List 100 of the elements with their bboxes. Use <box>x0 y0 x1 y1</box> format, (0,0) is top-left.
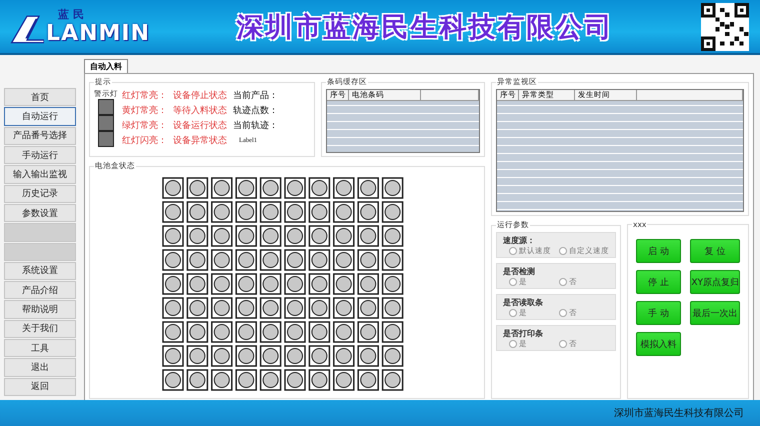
battery-slot-icon <box>382 249 404 271</box>
info-label: 轨迹点数： <box>233 104 278 118</box>
radio-icon[interactable] <box>509 309 517 317</box>
battery-slot-icon <box>260 345 282 367</box>
radio-icon[interactable] <box>559 309 567 317</box>
company-title: 深圳市蓝海民生科技有限公司 <box>235 10 614 44</box>
light-meaning: 红灯闪亮： <box>122 134 167 147</box>
sidebar-item[interactable]: 返回 <box>4 378 76 396</box>
battery-slot-icon <box>186 177 208 199</box>
battery-slot-icon <box>211 249 233 271</box>
light-meaning: 等待入料状态 <box>173 104 227 118</box>
radio-icon[interactable] <box>559 340 567 348</box>
battery-slot-icon <box>308 345 330 367</box>
logo-text: 蓝 民 <box>57 7 84 22</box>
light-meaning: 绿灯常亮： <box>122 120 167 132</box>
light-meaning: 黄灯常亮： <box>122 104 167 118</box>
action-button[interactable]: 模拟入料 <box>636 332 682 356</box>
battery-slot-icon <box>162 249 184 271</box>
param-title: 速度源： <box>503 235 536 246</box>
battery-slot-icon <box>382 225 404 247</box>
sidebar-item[interactable]: 手动运行 <box>4 146 76 164</box>
battery-slot-icon <box>162 177 184 199</box>
battery-slot-icon <box>357 177 379 199</box>
action-button[interactable]: 复 位 <box>690 239 740 263</box>
battery-slot-icon <box>186 321 208 343</box>
action-button[interactable]: XY原点复归 <box>690 270 740 294</box>
battery-slot-icon <box>211 297 233 319</box>
radio-icon[interactable] <box>559 278 567 286</box>
battery-slot-icon <box>284 345 306 367</box>
battery-slot-icon <box>235 249 257 271</box>
battery-slot-icon <box>284 273 306 295</box>
battery-slot-icon <box>211 225 233 247</box>
battery-slot-icon <box>333 249 355 271</box>
battery-slot-icon <box>260 297 282 319</box>
sidebar-item[interactable]: 产品番号选择 <box>4 126 76 145</box>
battery-slot-icon <box>235 225 257 247</box>
battery-slot-icon <box>162 321 184 343</box>
radio-icon[interactable] <box>559 247 567 255</box>
action-button[interactable]: 启 动 <box>636 239 682 263</box>
battery-slot-icon <box>162 225 184 247</box>
battery-slot-icon <box>333 321 355 343</box>
battery-slot-icon <box>308 177 330 199</box>
battery-slot-icon <box>284 177 306 199</box>
battery-slot-icon <box>308 249 330 271</box>
battery-slot-icon <box>284 249 306 271</box>
sidebar-item[interactable]: 参数设置 <box>4 204 76 222</box>
battery-slot-icon <box>284 225 306 247</box>
light-meaning: 设备异常状态 <box>173 134 227 147</box>
battery-slot-icon <box>211 201 233 223</box>
sidebar-item[interactable]: 工具 <box>4 339 76 358</box>
battery-slot-icon <box>382 297 404 319</box>
sidebar-item[interactable]: 关于我们 <box>4 320 76 338</box>
battery-slot-icon <box>235 297 257 319</box>
action-button[interactable]: 停 止 <box>636 270 682 294</box>
battery-slot-icon <box>382 345 404 367</box>
battery-slot-icon <box>357 225 379 247</box>
tab[interactable]: 自动入料 <box>84 59 128 73</box>
battery-slot-icon <box>333 345 355 367</box>
battery-slot-icon <box>308 201 330 223</box>
battery-slot-icon <box>235 345 257 367</box>
battery-slot-icon <box>162 345 184 367</box>
battery-slot-icon <box>186 297 208 319</box>
battery-slot-icon <box>162 273 184 295</box>
battery-slot-icon <box>308 297 330 319</box>
battery-slot-icon <box>357 369 379 391</box>
sidebar-item[interactable]: 自动运行 <box>4 107 76 126</box>
battery-slot-icon <box>382 321 404 343</box>
sidebar-item[interactable]: 首页 <box>4 88 76 106</box>
battery-slot-icon <box>382 177 404 199</box>
battery-slot-icon <box>333 177 355 199</box>
action-button[interactable]: 手 动 <box>636 301 682 325</box>
param-title: 是否检测 <box>503 266 536 277</box>
radio-icon[interactable] <box>509 340 517 348</box>
battery-slot-icon <box>284 369 306 391</box>
battery-slot-icon <box>235 177 257 199</box>
battery-slot-icon <box>357 297 379 319</box>
sidebar-item[interactable]: 退出 <box>4 358 76 377</box>
battery-slot-icon <box>333 201 355 223</box>
battery-slot-icon <box>260 177 282 199</box>
sidebar-item[interactable]: 帮助说明 <box>4 300 76 319</box>
battery-slot-icon <box>382 369 404 391</box>
battery-slot-icon <box>333 369 355 391</box>
radio-icon[interactable] <box>509 278 517 286</box>
battery-slot-icon <box>333 273 355 295</box>
action-button[interactable]: 最后一次出 <box>690 301 740 325</box>
battery-slot-icon <box>260 273 282 295</box>
battery-slot-icon <box>211 321 233 343</box>
radio-icon[interactable] <box>509 247 517 255</box>
battery-slot-icon <box>162 297 184 319</box>
battery-slot-icon <box>382 201 404 223</box>
sidebar-item[interactable]: 系统设置 <box>4 262 76 280</box>
battery-slot-icon <box>333 297 355 319</box>
sidebar-item[interactable]: 历史记录 <box>4 184 76 203</box>
sidebar-item[interactable]: 输入输出监视 <box>4 165 76 184</box>
battery-slot-icon <box>186 225 208 247</box>
sidebar-item[interactable]: 产品介绍 <box>4 281 76 300</box>
battery-slot-icon <box>357 321 379 343</box>
battery-slot-icon <box>260 369 282 391</box>
battery-slot-icon <box>186 273 208 295</box>
battery-slot-icon <box>260 321 282 343</box>
